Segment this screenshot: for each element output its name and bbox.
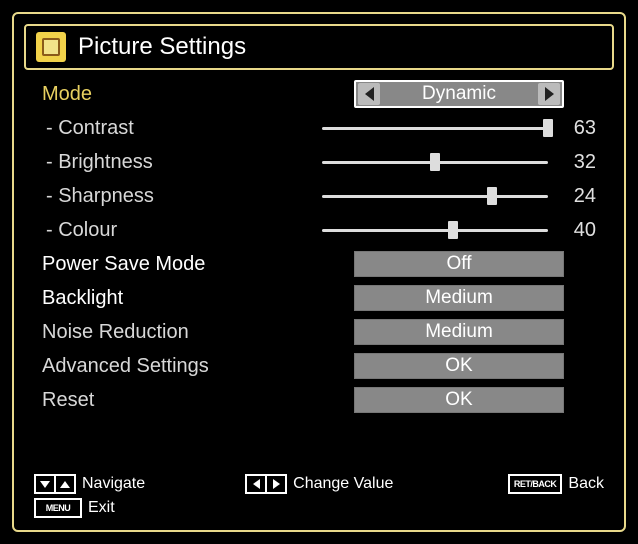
sharpness-slider[interactable] [322, 195, 548, 198]
slider-knob [448, 221, 458, 239]
row-brightness[interactable]: - Brightness 32 [42, 146, 596, 178]
row-backlight[interactable]: Backlight Medium [42, 282, 596, 314]
chevron-right-icon [545, 87, 554, 101]
row-advanced-settings[interactable]: Advanced Settings OK [42, 350, 596, 382]
sharpness-value: 24 [562, 185, 596, 208]
contrast-slider[interactable] [322, 127, 548, 130]
backlight-value[interactable]: Medium [354, 285, 564, 311]
mode-selector[interactable]: Dynamic [354, 80, 564, 108]
row-sharpness[interactable]: - Sharpness 24 [42, 180, 596, 212]
slider-knob [487, 187, 497, 205]
menu-key: MENU [34, 498, 82, 518]
row-colour[interactable]: - Colour 40 [42, 214, 596, 246]
arrow-down-icon [34, 474, 56, 494]
advanced-label: Advanced Settings [42, 355, 322, 378]
picture-icon [36, 32, 66, 62]
page-title: Picture Settings [78, 33, 246, 61]
row-noise-reduction[interactable]: Noise Reduction Medium [42, 316, 596, 348]
hint-back: RET/BACK Back [508, 474, 604, 494]
mode-label: Mode [42, 83, 322, 106]
slider-knob [543, 119, 553, 137]
hint-change-value-label: Change Value [293, 475, 393, 493]
contrast-value: 63 [562, 117, 596, 140]
hint-navigate-label: Navigate [82, 475, 145, 493]
noise-reduction-label: Noise Reduction [42, 321, 322, 344]
power-save-value[interactable]: Off [354, 251, 564, 277]
title-bar: Picture Settings [24, 24, 614, 70]
reset-value[interactable]: OK [354, 387, 564, 413]
hint-back-label: Back [568, 475, 604, 493]
arrow-left-icon [245, 474, 267, 494]
slider-knob [430, 153, 440, 171]
row-power-save[interactable]: Power Save Mode Off [42, 248, 596, 280]
row-reset[interactable]: Reset OK [42, 384, 596, 416]
settings-panel: Picture Settings Mode Dynamic - Contrast… [12, 12, 626, 532]
colour-value: 40 [562, 219, 596, 242]
power-save-label: Power Save Mode [42, 253, 322, 276]
backlight-label: Backlight [42, 287, 322, 310]
hint-bar: Navigate Change Value RET/BACK Back MENU… [34, 474, 604, 518]
ret-back-key: RET/BACK [508, 474, 563, 494]
mode-prev-button[interactable] [358, 83, 380, 105]
hint-exit: MENU Exit [34, 498, 115, 518]
brightness-label: - Brightness [42, 151, 322, 174]
settings-list: Mode Dynamic - Contrast 63 - Brightness [42, 78, 596, 418]
brightness-value: 32 [562, 151, 596, 174]
row-contrast[interactable]: - Contrast 63 [42, 112, 596, 144]
row-mode[interactable]: Mode Dynamic [42, 78, 596, 110]
colour-label: - Colour [42, 219, 322, 242]
advanced-value[interactable]: OK [354, 353, 564, 379]
arrow-right-icon [265, 474, 287, 494]
mode-value: Dynamic [382, 83, 536, 105]
hint-exit-label: Exit [88, 499, 115, 517]
reset-label: Reset [42, 389, 322, 412]
chevron-left-icon [365, 87, 374, 101]
arrow-up-icon [54, 474, 76, 494]
hint-navigate: Navigate [34, 474, 145, 494]
brightness-slider[interactable] [322, 161, 548, 164]
contrast-label: - Contrast [42, 117, 322, 140]
mode-next-button[interactable] [538, 83, 560, 105]
noise-reduction-value[interactable]: Medium [354, 319, 564, 345]
hint-change-value: Change Value [245, 474, 393, 494]
colour-slider[interactable] [322, 229, 548, 232]
sharpness-label: - Sharpness [42, 185, 322, 208]
